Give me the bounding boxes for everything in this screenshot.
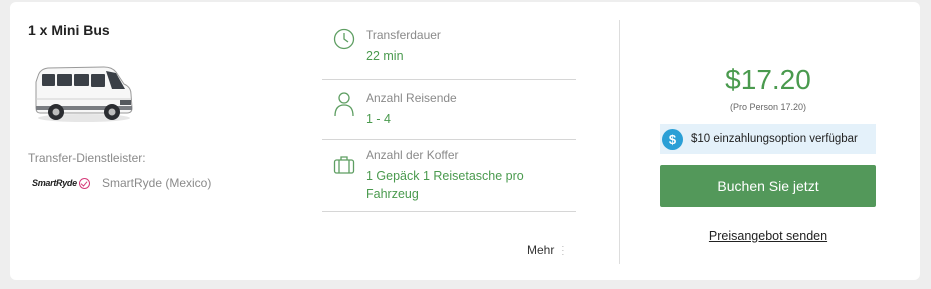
more-label: Mehr (527, 243, 555, 257)
detail-luggage: Anzahl der Koffer 1 Gepäck 1 Reisetasche… (322, 140, 576, 212)
person-icon (322, 91, 366, 139)
minibus-van-image (32, 62, 134, 124)
clock-icon (322, 28, 366, 79)
price-per-person: (Pro Person 17.20) (729, 102, 807, 112)
luggage-value: 1 Gepäck 1 Reisetasche pro Fahrzeug (366, 169, 524, 201)
send-quote-link[interactable]: Preisangebot senden (660, 229, 876, 243)
passengers-label: Anzahl Reisende (366, 91, 457, 105)
book-now-button[interactable]: Buchen Sie jetzt (660, 165, 876, 207)
dollar-icon: $ (662, 128, 683, 150)
transfer-details: Transferdauer 22 min Anzahl Reisende 1 -… (322, 20, 576, 212)
duration-label: Transferdauer (366, 28, 441, 42)
deposit-text: $10 einzahlungsoption verfügbar (691, 133, 858, 145)
more-button[interactable]: Mehr · · · (527, 241, 565, 259)
provider-name: SmartRyde (Mexico) (102, 176, 212, 190)
passengers-value: 1 - 4 (366, 112, 392, 126)
detail-passengers: Anzahl Reisende 1 - 4 (322, 80, 576, 140)
total-price: $17.20 (725, 64, 811, 95)
transfer-offer-card: 1 x Mini Bus Transfer-Dienstleister: Sma… (10, 2, 920, 280)
luggage-label: Anzahl der Koffer (366, 148, 459, 162)
column-divider (619, 20, 620, 264)
provider-info: SmartRyde SmartRyde (Mexico) (32, 176, 211, 190)
duration-value: 22 min (366, 49, 404, 63)
provider-label: Transfer-Dienstleister: (28, 151, 146, 165)
vehicle-title: 1 x Mini Bus (28, 22, 110, 38)
smartryde-logo: SmartRyde (32, 177, 100, 189)
vertical-dots-icon: · · · (561, 241, 565, 259)
deposit-option-badge: $ $10 einzahlungsoption verfügbar (660, 124, 876, 154)
detail-duration: Transferdauer 22 min (322, 20, 576, 80)
luggage-icon (322, 148, 366, 211)
